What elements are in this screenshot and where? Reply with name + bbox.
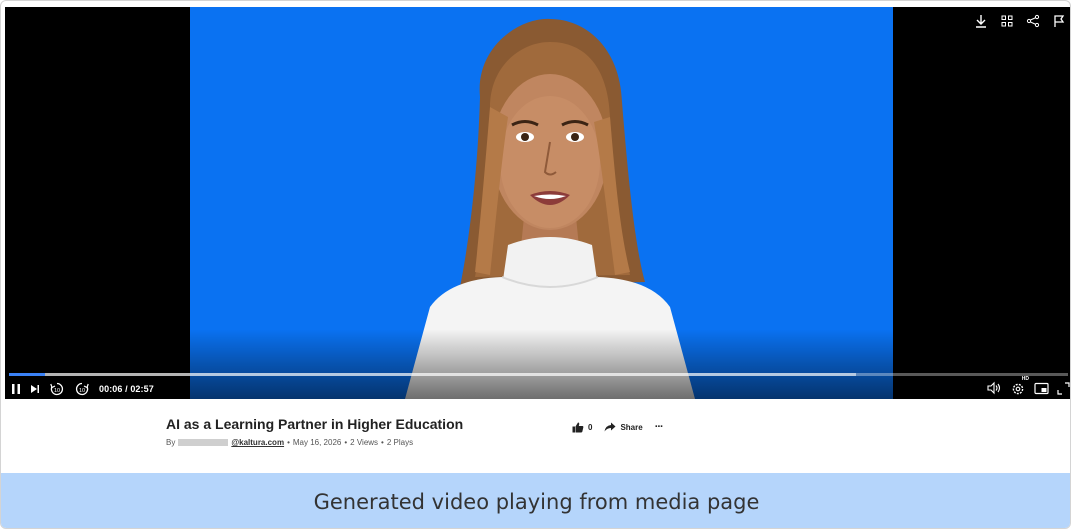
share-button[interactable]: Share — [604, 422, 643, 432]
grid-icon[interactable] — [994, 13, 1020, 33]
picture-in-picture-icon[interactable] — [1034, 382, 1049, 395]
views-count: 2 Views — [350, 438, 379, 447]
plays-count: 2 Plays — [386, 438, 414, 447]
settings-hd-badge: HD — [1021, 376, 1029, 382]
download-icon[interactable] — [968, 13, 994, 33]
progress-buffer — [9, 373, 857, 376]
like-count: 0 — [588, 422, 593, 432]
next-icon[interactable] — [30, 383, 40, 395]
share-label: Share — [620, 422, 643, 432]
caption-text: Generated video playing from media page — [313, 489, 760, 514]
video-player[interactable]: 10 10 00:06 / 02:57 HD — [5, 7, 1070, 399]
like-button[interactable]: 0 — [572, 422, 592, 433]
separator: • — [287, 438, 290, 447]
media-title: AI as a Learning Partner in Higher Educa… — [166, 416, 464, 432]
media-actions: 0 Share ··· — [572, 421, 664, 433]
share-icon[interactable] — [1020, 13, 1046, 33]
fullscreen-icon[interactable] — [1057, 381, 1070, 395]
forward-10-icon[interactable]: 10 — [74, 381, 90, 397]
by-prefix: By — [166, 438, 176, 447]
media-date: May 16, 2026 — [292, 438, 342, 447]
settings-icon[interactable]: HD — [1010, 376, 1029, 396]
window-frame: 10 10 00:06 / 02:57 HD AI as a Learning … — [0, 0, 1071, 529]
pause-icon[interactable] — [11, 383, 21, 395]
more-icon: ··· — [654, 421, 664, 433]
more-options-button[interactable]: ··· — [654, 421, 664, 433]
flag-icon[interactable] — [1046, 13, 1070, 33]
caption-banner: Generated video playing from media page — [1, 473, 1070, 528]
svg-text:10: 10 — [54, 388, 60, 394]
time-display: 00:06 / 02:57 — [99, 384, 154, 394]
thumbs-up-icon — [572, 422, 584, 432]
volume-icon[interactable] — [986, 381, 1002, 395]
separator: • — [381, 438, 384, 447]
playback-controls: 10 10 00:06 / 02:57 — [11, 380, 154, 398]
share-arrow-icon — [604, 422, 616, 432]
svg-text:10: 10 — [79, 388, 85, 394]
player-settings-controls: HD — [986, 376, 1070, 397]
progress-bar[interactable] — [9, 373, 1068, 376]
media-info: AI as a Learning Partner in Higher Educa… — [1, 399, 1070, 473]
controls-gradient — [5, 329, 1070, 399]
separator: • — [344, 438, 348, 447]
redacted-username — [178, 439, 229, 446]
owner-email-link[interactable]: @kaltura.com — [231, 438, 284, 447]
rewind-10-icon[interactable]: 10 — [49, 381, 65, 397]
progress-fill — [9, 373, 45, 376]
media-byline: By @kaltura.com • May 16, 2026 • 2 Views… — [166, 438, 413, 447]
top-toolbar — [968, 13, 1070, 33]
